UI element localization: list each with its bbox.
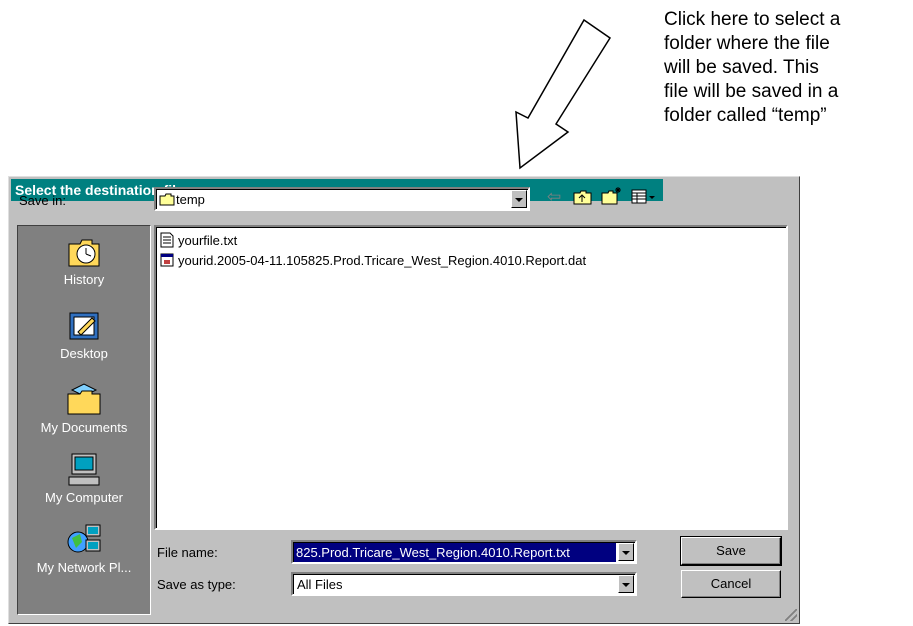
place-my-computer-label: My Computer — [44, 490, 124, 505]
text-file-icon — [160, 232, 174, 248]
dat-file-icon — [160, 253, 174, 267]
save-dialog: Select the destination filename Save in:… — [8, 176, 800, 624]
save-in-combo[interactable]: temp — [154, 187, 530, 211]
place-my-computer[interactable]: My Computer — [18, 452, 150, 505]
save-button[interactable]: Save — [680, 536, 782, 566]
file-name-dropdown-button[interactable] — [618, 543, 634, 561]
place-my-documents[interactable]: My Documents — [18, 382, 150, 435]
desktop-icon — [66, 308, 102, 344]
file-name-label-text: File name: — [157, 545, 218, 560]
callout-arrow — [515, 18, 612, 170]
file-name-value: 825.Prod.Tricare_West_Region.4010.Report… — [294, 543, 616, 562]
file-item[interactable]: yourfile.txt — [160, 231, 237, 249]
place-history-label: History — [63, 272, 105, 287]
screenshot: Click here to select a folder where the … — [0, 0, 913, 626]
file-name-field[interactable]: 825.Prod.Tricare_West_Region.4010.Report… — [291, 540, 637, 564]
new-folder-icon[interactable] — [601, 186, 623, 206]
save-in-value: temp — [176, 192, 205, 207]
my-network-places-icon — [66, 522, 102, 558]
file-item[interactable]: yourid.2005-04-11.105825.Prod.Tricare_We… — [160, 251, 586, 269]
up-one-level-icon[interactable] — [573, 189, 593, 205]
places-bar: History Desktop My Documents My Computer… — [17, 225, 151, 615]
save-as-type-label-text: Save as type: — [157, 577, 236, 592]
folder-icon — [159, 193, 175, 206]
place-my-network[interactable]: My Network Pl... — [18, 522, 150, 575]
callout-line: folder where the file — [664, 33, 830, 54]
file-name: yourfile.txt — [178, 232, 238, 248]
place-my-network-label: My Network Pl... — [36, 560, 132, 575]
callout-line: Click here to select a — [664, 9, 841, 30]
place-desktop-label: Desktop — [60, 346, 108, 361]
place-history[interactable]: History — [18, 234, 150, 287]
file-name: yourid.2005-04-11.105825.Prod.Tricare_We… — [178, 252, 587, 268]
save-in-label-text: Save in: — [19, 193, 66, 208]
save-as-type-combo[interactable]: All Files — [291, 572, 637, 596]
cancel-button[interactable]: Cancel — [681, 570, 781, 598]
file-list[interactable]: yourfile.txt yourid.2005-04-11.105825.Pr… — [154, 225, 788, 530]
callout-line: file will be saved in a — [664, 81, 839, 102]
resize-grip[interactable] — [785, 609, 797, 621]
save-as-type-value: All Files — [297, 577, 343, 592]
history-icon — [66, 234, 102, 270]
save-in-dropdown-button[interactable] — [511, 190, 527, 208]
back-icon[interactable]: ⇦ — [547, 187, 561, 207]
my-computer-icon — [66, 452, 102, 488]
callout-text: Click here to select a folder where the … — [664, 8, 909, 128]
file-name-label: File name: — [157, 545, 218, 560]
save-in-label: Save in: — [19, 193, 66, 208]
save-as-type-label: Save as type: — [157, 577, 236, 592]
place-my-documents-label: My Documents — [40, 420, 128, 435]
save-as-type-dropdown-button[interactable] — [618, 575, 634, 593]
callout-line: will be saved. This — [664, 57, 819, 78]
view-menu-icon[interactable] — [631, 189, 657, 205]
callout-line: folder called “temp” — [664, 105, 827, 126]
my-documents-icon — [66, 382, 102, 418]
place-desktop[interactable]: Desktop — [18, 308, 150, 361]
